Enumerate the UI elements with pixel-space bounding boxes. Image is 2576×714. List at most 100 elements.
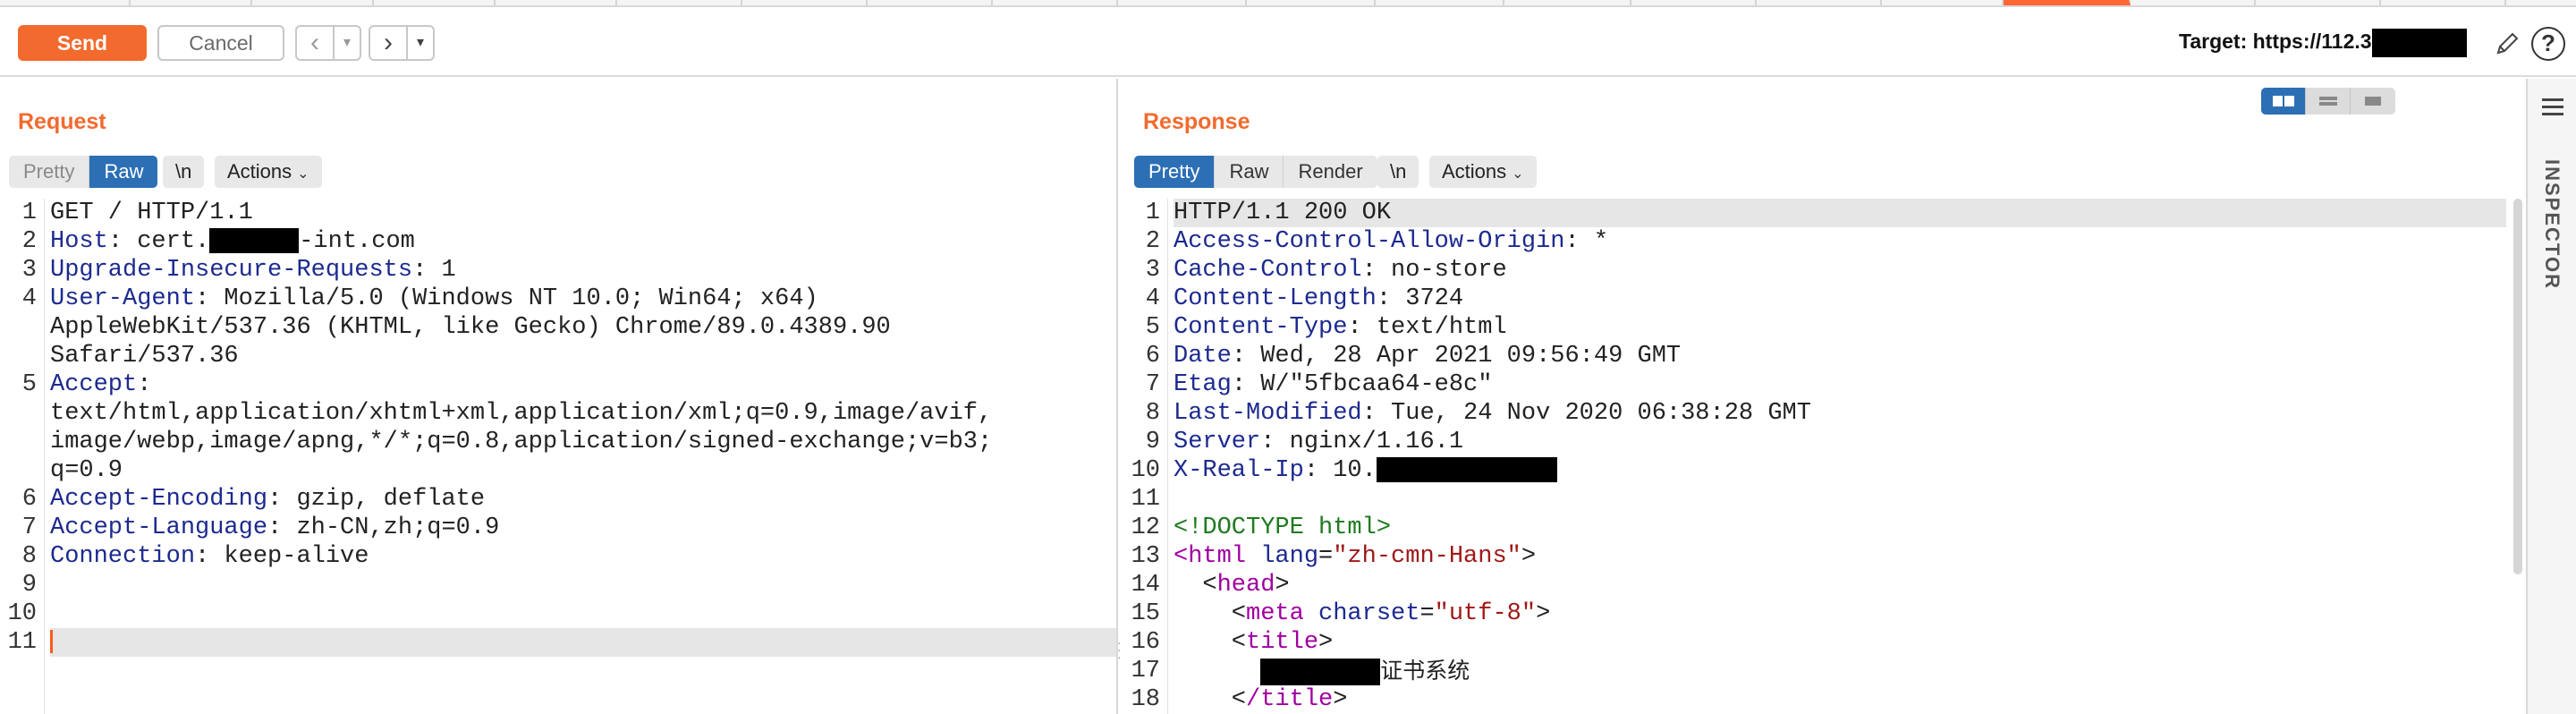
history-forward-group[interactable]: › ▾ [369, 25, 435, 61]
forward-dropdown-icon[interactable]: ▾ [406, 27, 433, 59]
line-number: 4 [21, 285, 37, 312]
repeater-tab[interactable] [0, 0, 131, 5]
header-value: : Mozilla/5.0 (Windows NT 10.0; Win64; x… [195, 285, 818, 312]
repeater-tab[interactable] [1376, 0, 1504, 5]
repeater-tab[interactable] [617, 0, 742, 5]
line-number: 6 [1145, 343, 1160, 370]
stacked-layout-icon[interactable] [2306, 88, 2351, 115]
redaction-box [209, 227, 300, 253]
html-tag-name: html [1188, 543, 1247, 570]
line-number: 16 [1131, 629, 1160, 656]
repeater-tab[interactable] [1118, 0, 1247, 5]
doctype-declaration: <!DOCTYPE html> [1174, 514, 1392, 541]
response-title: Response [1143, 109, 1250, 134]
line-number: 2 [21, 228, 37, 255]
response-line: X-Real-Ip: 10. [1174, 456, 2526, 485]
inspector-panel[interactable]: INSPECTOR [2526, 79, 2576, 714]
repeater-tab[interactable] [1247, 0, 1376, 5]
response-raw-tab[interactable]: Raw [1215, 156, 1284, 188]
side-by-side-layout-icon[interactable] [2261, 88, 2306, 115]
repeater-tab[interactable] [496, 0, 617, 5]
repeater-tab[interactable] [1631, 0, 1757, 5]
header-name: Accept-Encoding [50, 486, 268, 513]
request-view-toggle[interactable]: Pretty Raw [9, 156, 158, 188]
repeater-tab[interactable] [742, 0, 868, 5]
redaction-box [1260, 658, 1381, 685]
layout-toggle[interactable] [2261, 88, 2395, 115]
request-line-wrap: AppleWebKit/537.36 (KHTML, like Gecko) C… [50, 314, 891, 341]
repeater-tab[interactable] [868, 0, 993, 5]
header-name: Accept-Language [50, 514, 268, 541]
header-name: Date [1174, 343, 1232, 370]
request-pretty-tab[interactable]: Pretty [9, 156, 90, 188]
response-editor[interactable]: 1 2 3 4 5 6 7 8 9 10 11 12 13 14 15 16 1… [1123, 199, 2526, 714]
response-line: <html lang="zh-cmn-Hans"> [1174, 543, 1537, 570]
request-editor[interactable]: 1 2 3 4 5 6 7 8 9 10 11 GET / HTTP/1.1 H… [0, 199, 1116, 714]
repeater-tab[interactable] [993, 0, 1118, 5]
hamburger-icon[interactable] [2542, 98, 2563, 120]
inspector-label[interactable]: INSPECTOR [2540, 159, 2563, 290]
back-dropdown-icon[interactable]: ▾ [333, 27, 360, 59]
header-value: : Tue, 24 Nov 2020 06:38:28 GMT [1361, 400, 1811, 427]
tabbed-layout-icon[interactable] [2351, 88, 2395, 115]
repeater-tab[interactable] [252, 0, 374, 5]
request-line: Host: cert. -int.com [50, 227, 1116, 256]
send-button[interactable]: Send [18, 25, 147, 61]
response-render-tab[interactable]: Render [1284, 156, 1377, 188]
repeater-toolbar: Send Cancel ‹ ▾ › ▾ Target: https://112.… [0, 7, 2576, 77]
response-pretty-tab[interactable]: Pretty [1134, 156, 1216, 188]
line-number: 3 [21, 257, 37, 284]
response-actions-menu[interactable]: Actions ⌄ [1429, 156, 1537, 188]
html-tag-name: title [1246, 629, 1319, 656]
response-actions-label: Actions [1442, 160, 1507, 183]
header-name: Connection [50, 543, 196, 570]
redaction-box [2371, 29, 2467, 57]
response-line: Content-Length: 3724 [1174, 285, 2526, 313]
help-icon[interactable]: ? [2531, 27, 2565, 61]
header-name: User-Agent [50, 285, 196, 312]
header-name: Content-Length [1174, 285, 1377, 312]
history-back-group[interactable]: ‹ ▾ [295, 25, 361, 61]
header-name: Server [1174, 429, 1261, 455]
chevron-left-icon[interactable]: ‹ [297, 27, 333, 59]
edit-pencil-icon[interactable] [2494, 30, 2521, 57]
line-number: 5 [21, 371, 37, 398]
repeater-tab[interactable] [2131, 0, 2256, 5]
request-actions-menu[interactable]: Actions ⌄ [215, 156, 322, 188]
response-view-toggle[interactable]: Pretty Raw Render [1134, 156, 1377, 188]
cancel-button[interactable]: Cancel [157, 25, 284, 61]
request-line-wrap: Safari/537.36 [50, 343, 239, 370]
line-number: 11 [7, 629, 37, 656]
chevron-right-icon[interactable]: › [370, 27, 406, 59]
repeater-tab[interactable] [1882, 0, 2004, 5]
response-line: 证书系统 [1174, 657, 2526, 685]
attr-value: "utf-8" [1434, 600, 1537, 627]
target-label[interactable]: Target: https://112.3 [2179, 29, 2467, 57]
repeater-tab[interactable] [2381, 0, 2506, 5]
line-number: 8 [21, 543, 37, 570]
request-raw-tab[interactable]: Raw [89, 156, 158, 188]
request-line-wrap: text/html,application/xhtml+xml,applicat… [50, 400, 993, 427]
request-line: User-Agent: Mozilla/5.0 (Windows NT 10.0… [50, 285, 1116, 313]
request-line-wrap: image/webp,image/apng,*/*;q=0.8,applicat… [50, 429, 993, 455]
header-name: Upgrade-Insecure-Requests [50, 257, 413, 284]
repeater-tab[interactable] [374, 0, 496, 5]
repeater-tab[interactable] [131, 0, 252, 5]
repeater-tab[interactable] [1504, 0, 1631, 5]
response-line: Access-Control-Allow-Origin: * [1174, 227, 2526, 256]
request-line-wrap: q=0.9 [50, 457, 123, 484]
line-number: 3 [1145, 257, 1160, 284]
request-line: Accept-Encoding: gzip, deflate [50, 485, 1116, 514]
response-scrollbar[interactable] [2513, 199, 2522, 574]
header-value: : * [1564, 228, 1609, 255]
repeater-tab[interactable] [1757, 0, 1882, 5]
response-newline-toggle[interactable]: \n [1377, 156, 1419, 188]
header-name: Last-Modified [1174, 400, 1362, 427]
line-number: 12 [1131, 514, 1160, 541]
request-current-line[interactable] [50, 628, 1116, 657]
html-tag-name: /title [1246, 686, 1334, 713]
repeater-tab[interactable] [2256, 0, 2381, 5]
line-number: 7 [21, 514, 37, 541]
request-newline-toggle[interactable]: \n [163, 156, 205, 188]
repeater-tab-active[interactable] [2004, 0, 2131, 5]
